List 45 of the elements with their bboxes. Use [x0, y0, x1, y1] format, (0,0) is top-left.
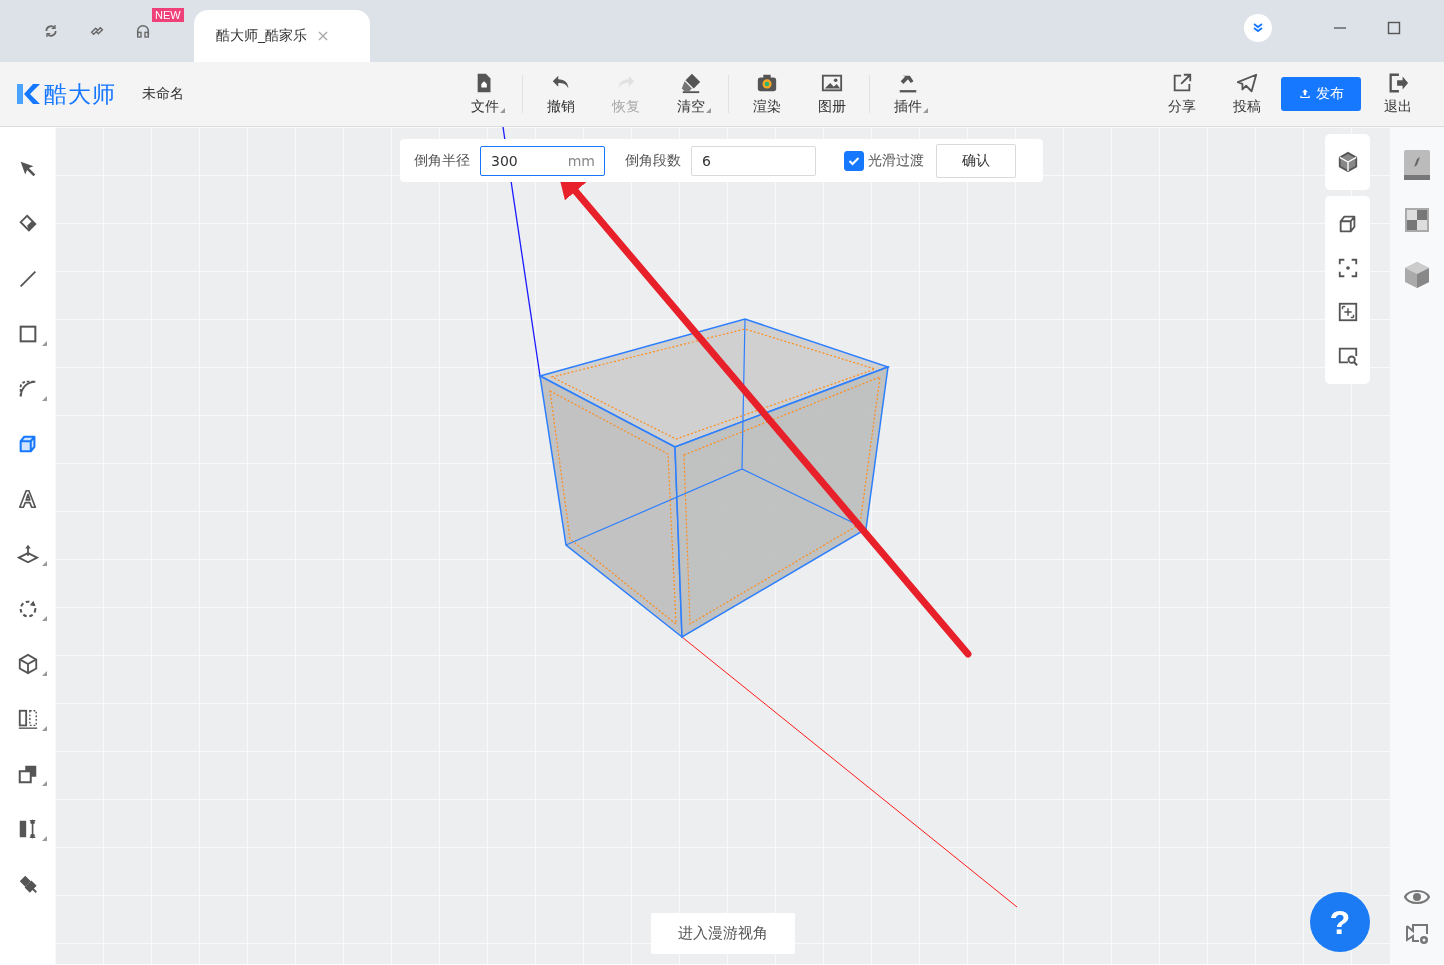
- toolbar-button[interactable]: 插件: [875, 66, 940, 122]
- checkbox-label: 光滑过渡: [868, 151, 924, 170]
- unit-label: mm: [567, 152, 595, 169]
- publish-button[interactable]: 发布: [1281, 77, 1361, 111]
- new-badge: NEW: [152, 8, 184, 22]
- logo-icon: [16, 83, 40, 105]
- document-tab[interactable]: 酷大师_酷家乐: [194, 10, 370, 62]
- toolbar-button[interactable]: 文件: [452, 66, 517, 122]
- segments-input-field[interactable]: 6: [691, 145, 816, 176]
- collapse-button[interactable]: [1244, 14, 1272, 42]
- upload-icon: [1298, 87, 1312, 101]
- push-pull-icon: [16, 542, 39, 565]
- confirm-button[interactable]: 确认: [936, 143, 1016, 178]
- dropdown-corner-icon: [41, 836, 47, 841]
- image-icon: [820, 72, 843, 94]
- field-label: 倒角段数: [625, 151, 681, 170]
- app-logo-text: 酷大师: [44, 79, 116, 109]
- smooth-checkbox[interactable]: [844, 150, 864, 171]
- 3d-letter-icon: [16, 487, 39, 510]
- dropdown-corner-icon: [41, 616, 47, 621]
- dropdown-corner-icon: [41, 341, 47, 346]
- toolbar-button[interactable]: 渲染: [734, 66, 799, 122]
- help-button[interactable]: ?: [1310, 892, 1370, 952]
- paper-plane-icon: [1235, 72, 1258, 94]
- dropdown-corner-icon: [41, 561, 47, 566]
- dropdown-corner-icon: [500, 108, 505, 113]
- dropdown-corner-icon: [706, 108, 711, 113]
- toolbar-button[interactable]: 图册: [799, 66, 864, 122]
- toolbar-button[interactable]: 分享: [1149, 66, 1214, 122]
- double-chevron-icon: [1251, 21, 1265, 35]
- toolbar-button[interactable]: 清空: [658, 66, 723, 122]
- toolbar-button[interactable]: 投稿: [1214, 66, 1279, 122]
- toolbar-button[interactable]: 撤销: [528, 66, 593, 122]
- dropdown-corner-icon: [923, 108, 928, 113]
- dropdown-corner-icon: [41, 396, 47, 401]
- field-label: 倒角半径: [414, 151, 470, 170]
- dropdown-corner-icon: [41, 726, 47, 731]
- dropdown-corner-icon: [41, 671, 47, 676]
- camera-icon: [755, 72, 778, 94]
- document-name: 未命名: [142, 85, 185, 103]
- toolbar-button[interactable]: 退出: [1365, 66, 1430, 122]
- dropdown-corner-icon: [41, 781, 47, 786]
- cube-icon: [16, 652, 39, 675]
- roam-view-button[interactable]: 进入漫游视角: [651, 913, 795, 954]
- mirror-icon: [16, 707, 39, 730]
